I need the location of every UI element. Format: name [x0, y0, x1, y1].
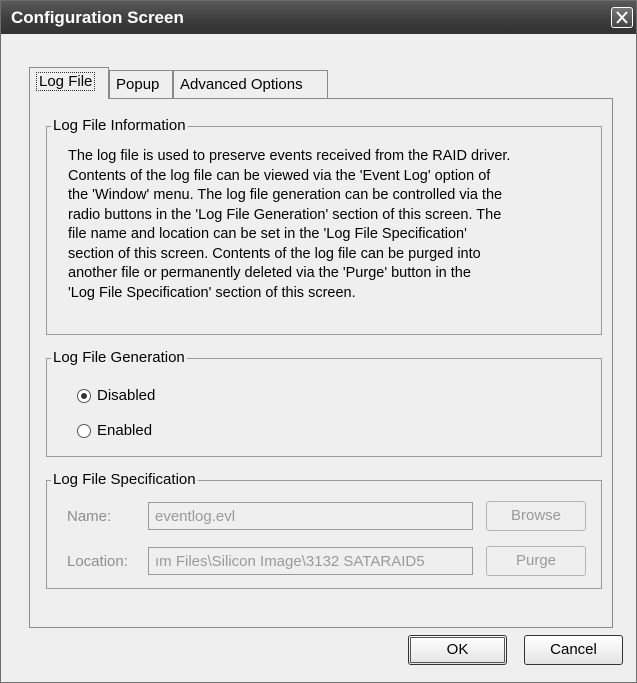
ok-button[interactable]: OK: [408, 635, 507, 665]
info-line: the 'Window' menu. The log file generati…: [68, 187, 503, 203]
name-field[interactable]: eventlog.evl: [148, 502, 473, 530]
info-line: file name and location can be set in the…: [68, 226, 467, 242]
log-file-information-text: The log file is used to preserve events …: [68, 147, 608, 303]
info-line: section of this screen. Contents of the …: [68, 245, 481, 262]
tab-advanced-options[interactable]: Advanced Options: [173, 70, 328, 98]
log-file-information-group: Log File Information The log file is use…: [46, 117, 602, 335]
log-file-generation-legend: Log File Generation: [51, 349, 187, 366]
tab-popup-label: Popup: [116, 76, 160, 93]
location-label: Location:: [67, 553, 128, 570]
info-line: another file or permanently deleted via …: [68, 265, 471, 281]
tab-advanced-options-label: Advanced Options: [180, 76, 303, 93]
radio-enabled[interactable]: Enabled: [77, 422, 152, 439]
info-line: radio buttons in the 'Log File Generatio…: [68, 206, 502, 223]
tab-log-file[interactable]: Log File: [29, 67, 109, 99]
title-bar[interactable]: Configuration Screen: [1, 1, 636, 34]
cancel-button[interactable]: Cancel: [524, 635, 623, 665]
close-icon: [616, 11, 628, 24]
info-line: 'Log File Specification' section of this…: [68, 284, 356, 301]
radio-enabled-indicator[interactable]: [77, 423, 91, 438]
info-line: The log file is used to preserve events …: [68, 148, 511, 164]
radio-disabled-label: Disabled: [97, 387, 156, 404]
log-file-information-legend: Log File Information: [51, 117, 188, 134]
close-button[interactable]: [611, 7, 633, 28]
browse-button[interactable]: Browse: [486, 501, 586, 531]
name-label: Name:: [67, 508, 112, 525]
purge-button[interactable]: Purge: [486, 546, 586, 576]
radio-disabled[interactable]: Disabled: [77, 387, 155, 404]
radio-enabled-label: Enabled: [97, 422, 153, 439]
log-file-generation-group: Log File Generation Disabled Enabled: [46, 349, 602, 457]
configuration-dialog: Configuration Screen Log File Popup Adva…: [0, 0, 637, 683]
log-file-specification-group: Log File Specification Name: eventlog.ev…: [46, 471, 602, 589]
info-line: Contents of the log file can be viewed v…: [68, 167, 491, 184]
location-field[interactable]: ım Files\Silicon Image\3132 SATARAID5: [148, 547, 473, 575]
tab-popup[interactable]: Popup: [109, 70, 173, 98]
tab-panel-log-file: Log File Information The log file is use…: [29, 98, 613, 628]
tab-log-file-label: Log File: [36, 72, 96, 91]
log-file-specification-legend: Log File Specification: [51, 471, 198, 488]
window-title: Configuration Screen: [11, 8, 184, 27]
radio-disabled-indicator[interactable]: [77, 388, 91, 403]
